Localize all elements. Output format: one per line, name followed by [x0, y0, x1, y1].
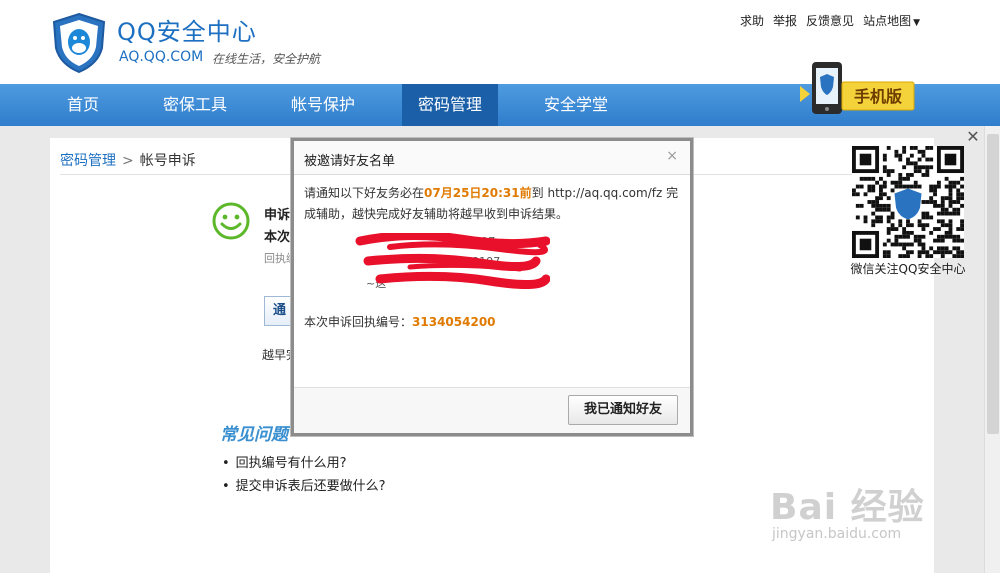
faq-list: 回执编号有什么用? 提交申诉表后还要做什么? [222, 452, 386, 498]
intro-prefix: 请通知以下好友务必在 [304, 186, 425, 200]
breadcrumb: 密码管理 > 帐号申诉 [60, 150, 196, 170]
baidu-jingyan-watermark: Bai 经验 jingyan.baidu.com [770, 468, 970, 548]
intro-mid: 到 [531, 186, 544, 200]
watermark-brand: Bai 经验 [770, 487, 925, 528]
page-scrollbar[interactable] [984, 126, 1000, 573]
faq-item-after-submit[interactable]: 提交申诉表后还要做什么? [222, 475, 386, 498]
deadline-text: 07月25日20:31前 [424, 186, 532, 200]
friends-notified-button[interactable]: 我已通知好友 [568, 395, 678, 425]
qr-caption: 微信关注QQ安全中心 [850, 262, 966, 276]
assist-url: http://aq.qq.com/fz [547, 186, 663, 200]
breadcrumb-password-management[interactable]: 密码管理 [60, 153, 116, 169]
friend-list: (317 (2197 ~这 [350, 233, 550, 295]
watermark-url: jingyan.baidu.com [772, 526, 902, 542]
site-title[interactable]: QQ安全中心 [117, 12, 257, 47]
link-feedback[interactable]: 反馈意见 [806, 12, 854, 29]
faq-title: 常见问题 [220, 425, 288, 445]
dialog-title: 被邀请好友名单 [304, 154, 396, 169]
redaction-scribble [355, 233, 550, 289]
qq-shield-logo-icon[interactable] [52, 12, 106, 74]
mobile-badge-label: 手机版 [854, 87, 902, 106]
qr-close-icon[interactable]: ✕ [964, 128, 982, 146]
smiley-success-icon [212, 202, 250, 240]
nav-home[interactable]: 首页 [40, 84, 126, 126]
dialog-close-icon[interactable]: × [666, 148, 678, 164]
nav-password-management[interactable]: 密码管理 [402, 84, 498, 126]
dialog-instructions: 请通知以下好友务必在07月25日20:31前到 http://aq.qq.com… [304, 183, 684, 225]
invited-friends-dialog: 被邀请好友名单 × 请通知以下好友务必在07月25日20:31前到 http:/… [291, 138, 693, 436]
result-title: 申诉 [264, 208, 291, 223]
receipt-line: 本次申诉回执编号：3134054200 [304, 313, 496, 330]
link-sitemap[interactable]: 站点地图 ▼ [863, 12, 920, 29]
nav-security-school[interactable]: 安全学堂 [530, 84, 622, 126]
mobile-version-badge[interactable]: 手机版 [798, 60, 918, 118]
receipt-number: 3134054200 [412, 315, 496, 329]
result-subtitle: 本次 [264, 230, 291, 245]
link-report[interactable]: 举报 [773, 12, 797, 29]
nav-security-tools[interactable]: 密保工具 [150, 84, 240, 126]
chevron-down-icon: ▼ [913, 18, 920, 28]
site-slogan: 在线生活，安全护航 [212, 52, 321, 66]
nav-account-protection[interactable]: 帐号保护 [278, 84, 368, 126]
link-help[interactable]: 求助 [740, 12, 764, 29]
top-links: 求助 举报 反馈意见 站点地图 ▼ [740, 12, 920, 29]
site-domain: AQ.QQ.COM [119, 49, 204, 65]
dialog-header: 被邀请好友名单 × [294, 141, 690, 175]
breadcrumb-separator: > [122, 153, 134, 169]
scrollbar-thumb[interactable] [987, 134, 999, 434]
qr-panel: 微信关注QQ安全中心 [846, 146, 970, 278]
faq-item-receipt[interactable]: 回执编号有什么用? [222, 452, 386, 475]
receipt-label: 本次申诉回执编号： [304, 315, 413, 329]
wechat-qr-code [852, 146, 964, 258]
dialog-footer: 我已通知好友 [294, 387, 690, 433]
breadcrumb-current: 帐号申诉 [139, 153, 196, 169]
